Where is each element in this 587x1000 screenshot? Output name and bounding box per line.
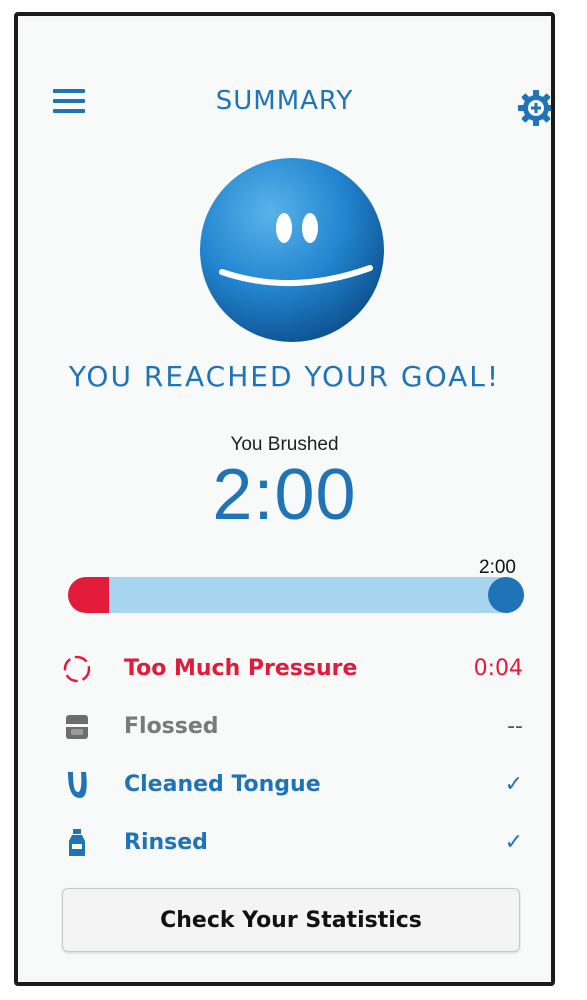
progress-knob (488, 577, 524, 613)
summary-screen: SUMMARY YOU REACHED YOUR GOAL! You Brush… (24, 22, 551, 976)
stat-label: Rinsed (124, 830, 208, 855)
progress-track (68, 577, 524, 613)
smiley-face-icon (198, 156, 386, 344)
phone-frame: SUMMARY YOU REACHED YOUR GOAL! You Brush… (14, 12, 555, 986)
check-icon: ✓ (504, 830, 523, 855)
stat-row-flossed: Flossed -- (24, 708, 545, 748)
brushed-time: 2:00 (212, 455, 357, 535)
pressure-target-icon (62, 654, 92, 684)
pressure-segment (68, 577, 110, 613)
stat-label: Cleaned Tongue (124, 772, 321, 797)
stat-label: Too Much Pressure (124, 656, 358, 681)
goal-message: YOU REACHED YOUR GOAL! (68, 360, 501, 393)
stat-row-rinsed: Rinsed ✓ (24, 824, 545, 864)
goal-marker-label: 2:00 (479, 557, 516, 578)
page-title: SUMMARY (215, 86, 354, 116)
check-statistics-button[interactable]: Check Your Statistics (62, 888, 520, 952)
stat-label: Flossed (124, 714, 219, 739)
rinse-bottle-icon (62, 828, 92, 858)
stat-value: -- (507, 714, 523, 739)
stat-row-pressure: Too Much Pressure 0:04 (24, 650, 545, 690)
brushed-label: You Brushed (230, 434, 339, 455)
brushing-progress-bar (68, 577, 524, 617)
stat-row-tongue: Cleaned Tongue ✓ (24, 766, 545, 806)
gear-icon[interactable] (516, 88, 551, 128)
tongue-icon (62, 770, 92, 800)
stat-value: 0:04 (473, 656, 523, 681)
floss-icon (62, 712, 92, 742)
check-icon: ✓ (504, 772, 523, 797)
